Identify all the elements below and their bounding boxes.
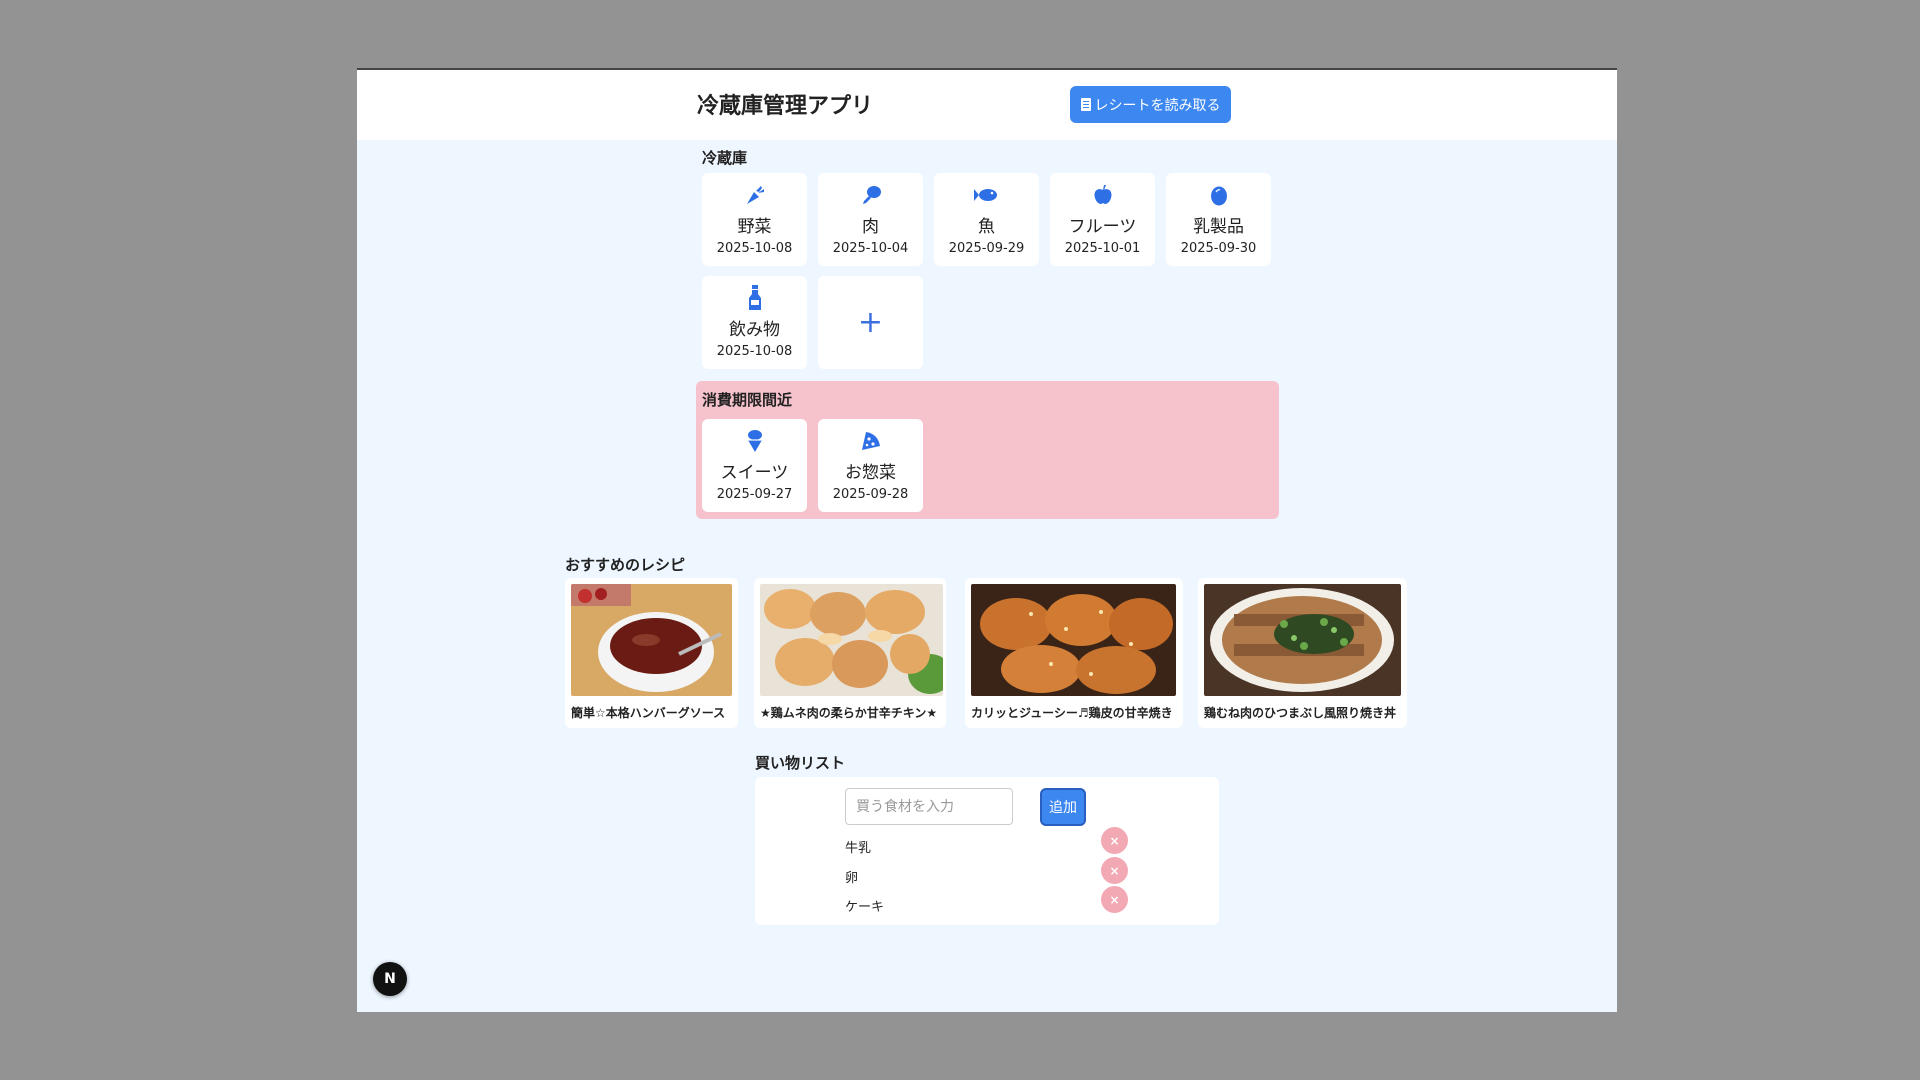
- item-date: 2025-09-29: [948, 241, 1025, 256]
- delete-item-button[interactable]: ×: [1101, 857, 1128, 884]
- item-name: 肉: [862, 217, 879, 237]
- drumstick-icon: [860, 183, 882, 207]
- item-name: 野菜: [737, 217, 772, 237]
- fridge-item-meat[interactable]: 肉 2025-10-04: [818, 173, 923, 266]
- recipe-title: 鶏むね肉のひつまぶし風照り焼き丼: [1204, 706, 1397, 720]
- recipe-title: カリッとジューシー♬鶏皮の甘辛焼き: [971, 706, 1173, 720]
- ice-cream-icon: [746, 429, 764, 453]
- recipe-image: [971, 584, 1176, 696]
- fridge-item-dairy[interactable]: 乳製品 2025-09-30: [1166, 173, 1271, 266]
- fridge-section-title: 冷蔵庫: [702, 149, 748, 167]
- recipe-card[interactable]: ★鶏ムネ肉の柔らか甘辛チキン★: [754, 578, 946, 728]
- apple-icon: [1092, 183, 1114, 207]
- dev-tools-badge[interactable]: N: [373, 962, 407, 996]
- shopping-list-item: 卵: [845, 871, 859, 886]
- recipe-title: ★鶏ムネ肉の柔らか甘辛チキン★: [760, 706, 938, 720]
- item-name: フルーツ: [1068, 217, 1137, 237]
- item-name: スイーツ: [720, 463, 789, 483]
- recipe-card[interactable]: 鶏むね肉のひつまぶし風照り焼き丼: [1198, 578, 1407, 728]
- recipes-section-title: おすすめのレシピ: [565, 556, 686, 574]
- egg-icon: [1210, 183, 1228, 207]
- shopping-list-item: ケーキ: [845, 900, 885, 915]
- recipe-image: [571, 584, 732, 696]
- add-shopping-item-button[interactable]: 追加: [1040, 788, 1086, 826]
- fridge-item-vegetables[interactable]: 野菜 2025-10-08: [702, 173, 807, 266]
- item-name: 飲み物: [729, 320, 780, 340]
- delete-item-button[interactable]: ×: [1101, 886, 1128, 913]
- receipt-icon: [1080, 98, 1091, 111]
- scan-receipt-button[interactable]: レシートを読み取る: [1070, 86, 1231, 123]
- item-name: 魚: [978, 217, 995, 237]
- fridge-item-fruits[interactable]: フルーツ 2025-10-01: [1050, 173, 1155, 266]
- delete-item-button[interactable]: ×: [1101, 827, 1128, 854]
- recipe-image: [1204, 584, 1401, 696]
- carrot-icon: [744, 183, 766, 207]
- fridge-item-fish[interactable]: 魚 2025-09-29: [934, 173, 1039, 266]
- page-title: 冷蔵庫管理アプリ: [697, 94, 874, 119]
- app-window: 冷蔵庫管理アプリ レシートを読み取る 冷蔵庫 野菜 2025-10-08 肉 2…: [357, 68, 1617, 1012]
- close-icon: ×: [1109, 892, 1120, 907]
- add-item-button[interactable]: +: [818, 276, 923, 369]
- expiring-section: 消費期限間近 スイーツ 2025-09-27 お惣菜 2025-09-28: [696, 381, 1279, 519]
- shopping-section-title: 買い物リスト: [755, 754, 846, 772]
- item-name: お惣菜: [845, 463, 896, 483]
- plus-icon: +: [857, 305, 884, 340]
- shopping-list-item: 牛乳: [845, 841, 872, 856]
- item-date: 2025-10-04: [832, 241, 909, 256]
- scan-receipt-label: レシートを読み取る: [1094, 97, 1221, 114]
- recipe-title: 簡単☆本格ハンバーグソース: [571, 706, 726, 720]
- bottle-icon: [748, 285, 762, 310]
- item-date: 2025-10-08: [716, 344, 793, 359]
- item-date: 2025-09-30: [1180, 241, 1257, 256]
- app-header: 冷蔵庫管理アプリ レシートを読み取る: [357, 70, 1617, 140]
- close-icon: ×: [1109, 833, 1120, 848]
- pizza-icon: [860, 429, 882, 453]
- expiring-section-title: 消費期限間近: [702, 391, 793, 409]
- fish-icon: [973, 183, 1000, 207]
- recipe-image: [760, 584, 943, 696]
- item-name: 乳製品: [1193, 217, 1244, 237]
- close-icon: ×: [1109, 863, 1120, 878]
- item-date: 2025-09-27: [716, 487, 793, 502]
- shopping-item-input[interactable]: [845, 788, 1013, 825]
- shopping-list-panel: 追加 牛乳 × 卵 × ケーキ ×: [755, 777, 1219, 925]
- item-date: 2025-09-28: [832, 487, 909, 502]
- recipe-card[interactable]: カリッとジューシー♬鶏皮の甘辛焼き: [965, 578, 1183, 728]
- item-date: 2025-10-08: [716, 241, 793, 256]
- expiring-item-deli[interactable]: お惣菜 2025-09-28: [818, 419, 923, 512]
- recipe-card[interactable]: 簡単☆本格ハンバーグソース: [565, 578, 738, 728]
- expiring-item-sweets[interactable]: スイーツ 2025-09-27: [702, 419, 807, 512]
- item-date: 2025-10-01: [1064, 241, 1141, 256]
- fridge-item-drinks[interactable]: 飲み物 2025-10-08: [702, 276, 807, 369]
